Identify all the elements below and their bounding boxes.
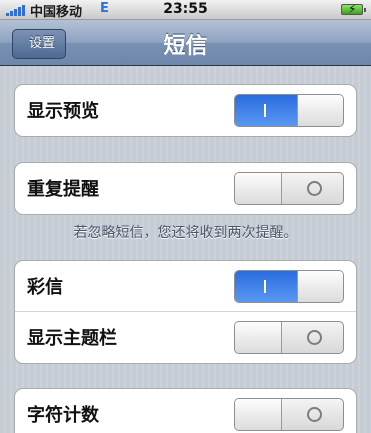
on-indicator-icon bbox=[264, 280, 266, 293]
repeat-alert-switch[interactable] bbox=[234, 172, 344, 205]
setting-label: 重复提醒 bbox=[27, 179, 99, 200]
settings-group-preview: 显示预览 bbox=[14, 84, 357, 137]
off-indicator-icon bbox=[307, 181, 322, 196]
off-indicator-icon bbox=[307, 407, 322, 422]
mms-switch[interactable] bbox=[234, 270, 344, 303]
battery-icon: ⚡ bbox=[341, 2, 366, 16]
setting-label: 显示主题栏 bbox=[27, 328, 117, 349]
on-indicator-icon bbox=[264, 104, 266, 117]
repeat-alert-note: 若忽略短信，您还将收到两次提醒。 bbox=[73, 225, 298, 241]
setting-row-char-count: 字符计数 bbox=[15, 389, 356, 433]
setting-label: 字符计数 bbox=[27, 405, 99, 426]
page-title: 短信 bbox=[163, 34, 208, 59]
setting-row-show-preview: 显示预览 bbox=[15, 85, 356, 136]
settings-group-char-count: 字符计数 bbox=[14, 388, 357, 433]
show-subject-switch[interactable] bbox=[234, 321, 344, 354]
show-preview-switch[interactable] bbox=[234, 94, 344, 127]
clock: 23:55 bbox=[163, 1, 208, 17]
navigation-bar: 设置 短信 bbox=[0, 20, 371, 66]
char-count-switch[interactable] bbox=[234, 398, 344, 431]
setting-row-repeat-alert: 重复提醒 bbox=[15, 163, 356, 214]
setting-label: 彩信 bbox=[27, 277, 63, 298]
settings-group-repeat: 重复提醒 bbox=[14, 162, 357, 215]
setting-row-mms: 彩信 bbox=[15, 261, 356, 312]
charging-icon: ⚡ bbox=[348, 2, 357, 16]
setting-label: 显示预览 bbox=[27, 101, 99, 122]
setting-row-show-subject: 显示主题栏 bbox=[15, 312, 356, 363]
off-indicator-icon bbox=[307, 330, 322, 345]
settings-group-mms: 彩信 显示主题栏 bbox=[14, 260, 357, 364]
status-bar: 中国移动 E 23:55 ⚡ bbox=[0, 0, 371, 20]
